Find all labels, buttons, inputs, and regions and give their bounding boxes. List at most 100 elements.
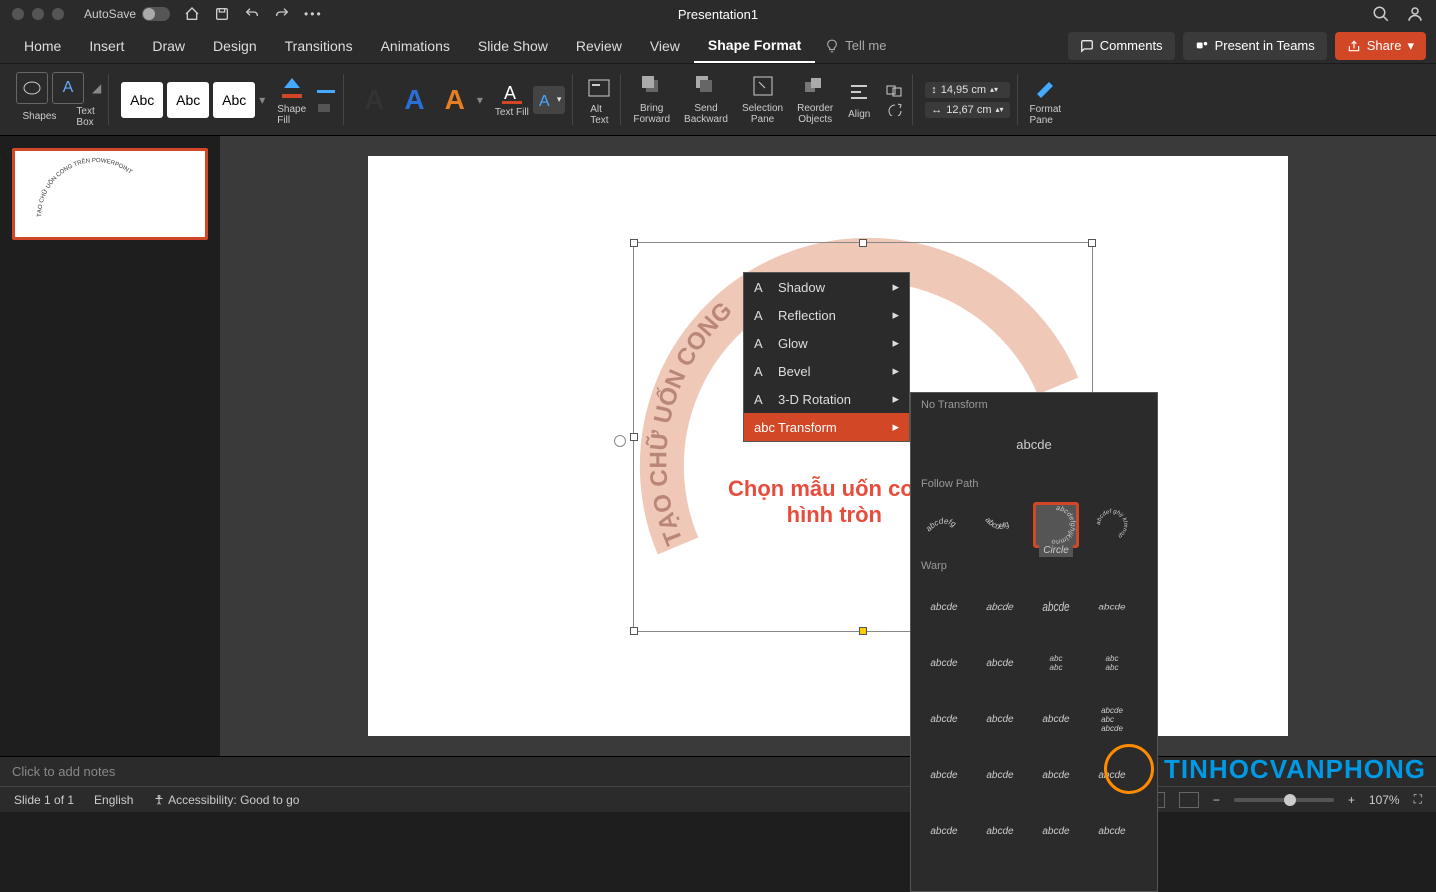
send-backward-button[interactable]: Send Backward (684, 74, 728, 125)
follow-path-header: Follow Path (911, 472, 1157, 496)
slide-indicator: Slide 1 of 1 (14, 793, 74, 807)
shape-outline-button[interactable] (316, 86, 336, 98)
search-icon[interactable] (1372, 5, 1390, 23)
fx-glow[interactable]: AGlow▸ (744, 329, 909, 357)
zoom-level[interactable]: 107% (1369, 793, 1400, 807)
comments-button[interactable]: Comments (1068, 32, 1175, 60)
fx-3d-rotation[interactable]: A3-D Rotation▸ (744, 385, 909, 413)
language-indicator[interactable]: English (94, 793, 133, 807)
slide-thumbnail-1[interactable]: TẠO CHỮ UỐN CONG TRÊN POWERPOINT (12, 148, 208, 240)
warp-14[interactable]: abcde (977, 752, 1023, 798)
fit-window-button[interactable]: ⛶ (1414, 792, 1422, 807)
textbox-label: Text Box (76, 106, 94, 128)
fx-bevel[interactable]: ABevel▸ (744, 357, 909, 385)
warp-3[interactable]: abcde (1033, 577, 1079, 637)
bevel-icon: A (754, 363, 770, 379)
wordart-style-3[interactable]: A (437, 84, 473, 116)
format-pane-button[interactable]: Format Pane (1022, 68, 1070, 131)
reflection-icon: A (754, 307, 770, 323)
selection-pane-button[interactable]: Selection Pane (742, 74, 783, 125)
warp-1[interactable]: abcde (921, 584, 967, 630)
fx-reflection[interactable]: AReflection▸ (744, 301, 909, 329)
wordart-more-icon[interactable]: ▾ (477, 93, 483, 107)
shapes-gallery[interactable] (16, 72, 48, 104)
undo-icon[interactable] (244, 6, 260, 22)
follow-path-arch-down[interactable]: abcdefg (977, 502, 1023, 548)
warp-8[interactable]: abcabc (1089, 640, 1135, 686)
text-box-button[interactable]: A (52, 72, 84, 104)
svg-text:A: A (539, 93, 550, 110)
shape-fill-button[interactable] (278, 74, 306, 102)
tab-slideshow[interactable]: Slide Show (464, 30, 562, 62)
tell-me[interactable]: Tell me (825, 38, 886, 53)
zoom-slider[interactable] (1234, 798, 1334, 802)
warp-13[interactable]: abcde (921, 752, 967, 798)
tab-home[interactable]: Home (10, 30, 75, 62)
fx-transform[interactable]: abcTransform▸ (744, 413, 909, 441)
warp-15[interactable]: abcde (1033, 752, 1079, 798)
warp-19[interactable]: abcde (1033, 808, 1079, 854)
save-icon[interactable] (214, 6, 230, 22)
warp-10[interactable]: abcde (977, 696, 1023, 742)
follow-path-circle[interactable]: abcdefghijklmnoCircle (1033, 502, 1079, 548)
present-teams-button[interactable]: Present in Teams (1183, 32, 1327, 60)
tab-shape-format[interactable]: Shape Format (694, 29, 815, 63)
warp-4[interactable]: abcde (1089, 589, 1135, 626)
share-button[interactable]: Share ▾ (1335, 32, 1426, 60)
tab-insert[interactable]: Insert (75, 30, 138, 62)
shape-style-2[interactable]: Abc (167, 82, 209, 118)
transform-panel: No Transform abcde Follow Path abcdefg a… (910, 392, 1158, 892)
home-icon[interactable] (184, 6, 200, 22)
wordart-style-1[interactable]: A (356, 84, 392, 116)
reorder-objects-button[interactable]: Reorder Objects (797, 74, 833, 125)
rotate-button[interactable] (885, 102, 905, 116)
warp-17[interactable]: abcde (921, 808, 967, 854)
bring-forward-button[interactable]: Bring Forward (633, 74, 670, 125)
width-input[interactable]: ↔12,67 cm▴▾ (925, 102, 1009, 118)
alt-text-button[interactable]: Alt Text (577, 68, 621, 131)
warp-7[interactable]: abcabc (1033, 640, 1079, 686)
text-fill-button[interactable]: A (500, 81, 524, 105)
accessibility-button[interactable]: Accessibility: Good to go (153, 793, 299, 807)
tab-draw[interactable]: Draw (138, 30, 199, 62)
align-button[interactable]: Align (847, 80, 871, 120)
text-effects-menu: AShadow▸ AReflection▸ AGlow▸ ABevel▸ A3-… (743, 272, 910, 442)
autosave-toggle[interactable]: AutoSave (84, 7, 170, 21)
shape-style-3[interactable]: Abc (213, 82, 255, 118)
follow-path-button[interactable]: abcdef ghij klmnop (1089, 502, 1135, 548)
fx-shadow[interactable]: AShadow▸ (744, 273, 909, 301)
group-button[interactable] (885, 84, 905, 98)
tab-transitions[interactable]: Transitions (271, 30, 367, 62)
no-transform-preset[interactable]: abcde (911, 417, 1157, 472)
zoom-out-button[interactable]: − (1213, 793, 1220, 807)
wordart-style-2[interactable]: A (396, 84, 432, 116)
edit-shape-icon[interactable]: ◢ (92, 81, 101, 95)
shape-effects-button[interactable] (316, 102, 336, 114)
warp-11[interactable]: abcde (1033, 696, 1079, 742)
warp-2[interactable]: abcde (974, 584, 1026, 630)
tab-view[interactable]: View (636, 30, 694, 62)
window-controls[interactable] (12, 8, 64, 20)
follow-path-arch-up[interactable]: abcdefg (921, 502, 967, 548)
svg-text:TẠO CHỮ UỐN CONG TRÊN POWERPOI: TẠO CHỮ UỐN CONG TRÊN POWERPOINT (37, 157, 133, 217)
tab-animations[interactable]: Animations (367, 30, 464, 62)
warp-20[interactable]: abcde (1089, 808, 1135, 854)
tab-review[interactable]: Review (562, 30, 636, 62)
slide-number: 1 (0, 148, 1, 162)
redo-icon[interactable] (274, 6, 290, 22)
text-effects-button[interactable]: A ▾ (533, 86, 566, 114)
width-icon: ↔ (931, 104, 942, 116)
qat-more-icon[interactable]: ••• (304, 7, 323, 21)
warp-9[interactable]: abcde (921, 696, 967, 742)
rotation-handle[interactable] (614, 435, 626, 447)
zoom-in-button[interactable]: + (1348, 793, 1355, 807)
warp-6[interactable]: abcde (977, 640, 1023, 686)
warp-12[interactable]: abcdeabcabcde (1089, 696, 1135, 742)
tab-design[interactable]: Design (199, 30, 271, 62)
account-icon[interactable] (1406, 5, 1424, 23)
height-input[interactable]: ↕14,95 cm▴▾ (925, 82, 1009, 98)
shape-style-1[interactable]: Abc (121, 82, 163, 118)
warp-5[interactable]: abcde (921, 640, 967, 686)
style-more-icon[interactable]: ▾ (259, 93, 265, 107)
warp-18[interactable]: abcde (977, 808, 1023, 854)
